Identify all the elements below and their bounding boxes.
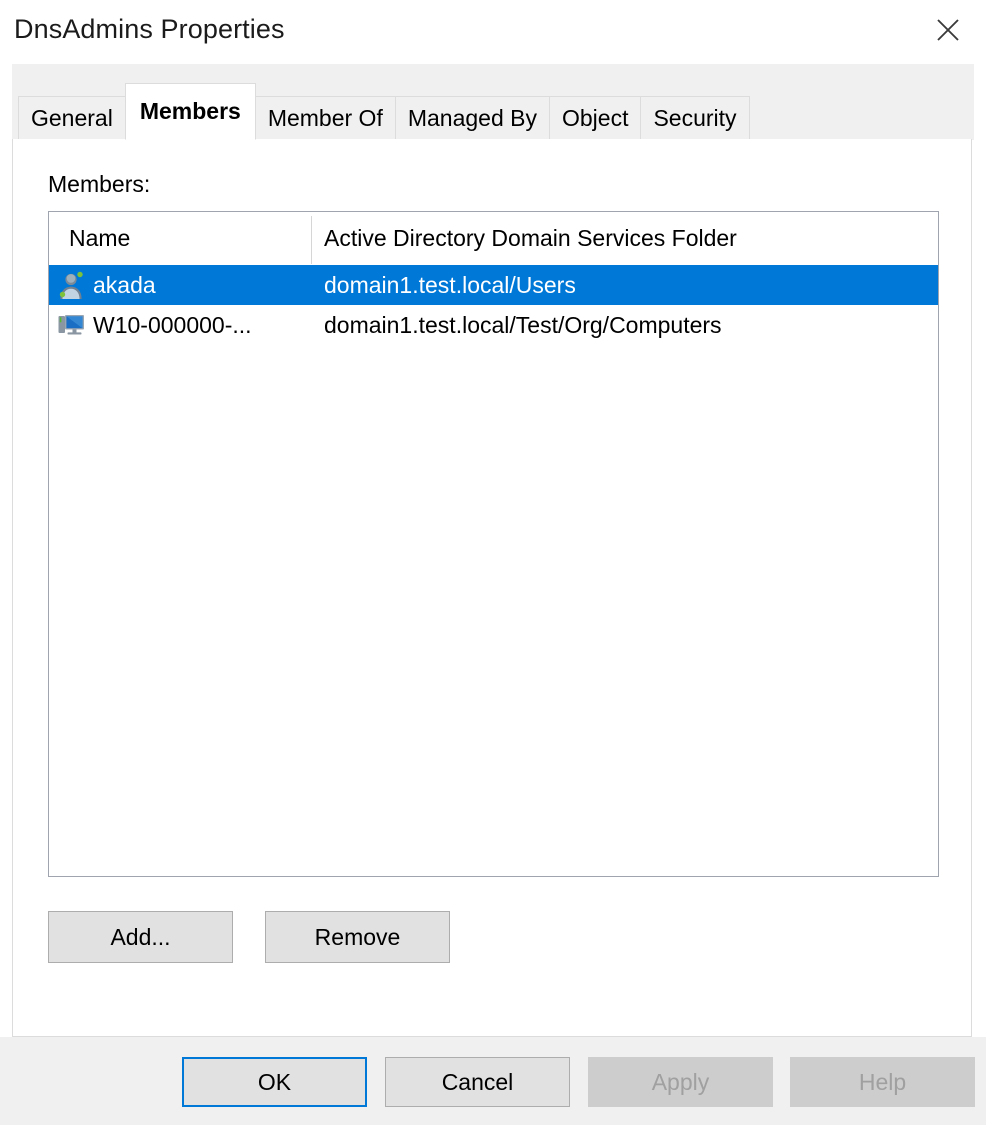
members-label: Members: xyxy=(48,171,150,198)
dialog-footer: OK Cancel Apply Help xyxy=(0,1037,986,1125)
apply-button: Apply xyxy=(588,1057,773,1107)
tab-strip: General Members Member Of Managed By Obj… xyxy=(12,64,974,140)
close-icon xyxy=(935,17,961,43)
member-name: W10-000000-... xyxy=(93,312,311,339)
page-title: DnsAdmins Properties xyxy=(14,14,285,45)
column-divider xyxy=(311,216,312,264)
tab-object[interactable]: Object xyxy=(549,96,641,140)
tab-label: Managed By xyxy=(408,105,537,132)
tab-members[interactable]: Members xyxy=(125,83,256,140)
close-button[interactable] xyxy=(920,6,976,54)
member-folder: domain1.test.local/Test/Org/Computers xyxy=(311,312,938,339)
column-header-folder[interactable]: Active Directory Domain Services Folder xyxy=(311,225,938,252)
properties-dialog: DnsAdmins Properties General Members Mem… xyxy=(0,0,986,1125)
member-name: akada xyxy=(93,272,311,299)
tab-label: General xyxy=(31,105,113,132)
table-row[interactable]: W10-000000-... domain1.test.local/Test/O… xyxy=(49,305,938,345)
computer-icon xyxy=(49,310,93,340)
tab-general[interactable]: General xyxy=(18,96,126,140)
column-header-name[interactable]: Name xyxy=(49,225,311,252)
tab-label: Security xyxy=(653,105,736,132)
user-icon xyxy=(49,270,93,300)
member-folder: domain1.test.local/Users xyxy=(311,272,938,299)
tab-label: Object xyxy=(562,105,628,132)
table-row[interactable]: akada domain1.test.local/Users xyxy=(49,265,938,305)
list-body: akada domain1.test.local/Users xyxy=(49,265,938,345)
list-header: Name Active Directory Domain Services Fo… xyxy=(49,212,938,265)
cancel-button[interactable]: Cancel xyxy=(385,1057,570,1107)
tab-label: Member Of xyxy=(268,105,383,132)
title-bar: DnsAdmins Properties xyxy=(0,0,986,64)
members-tab-panel: Members: Name Active Directory Domain Se… xyxy=(12,139,972,1037)
help-button: Help xyxy=(790,1057,975,1107)
add-button[interactable]: Add... xyxy=(48,911,233,963)
members-list[interactable]: Name Active Directory Domain Services Fo… xyxy=(48,211,939,877)
tab-list: General Members Member Of Managed By Obj… xyxy=(18,92,749,140)
tab-managed-by[interactable]: Managed By xyxy=(395,96,550,140)
tab-member-of[interactable]: Member Of xyxy=(255,96,396,140)
tab-security[interactable]: Security xyxy=(640,96,749,140)
ok-button[interactable]: OK xyxy=(182,1057,367,1107)
tab-label: Members xyxy=(140,98,241,125)
remove-button[interactable]: Remove xyxy=(265,911,450,963)
